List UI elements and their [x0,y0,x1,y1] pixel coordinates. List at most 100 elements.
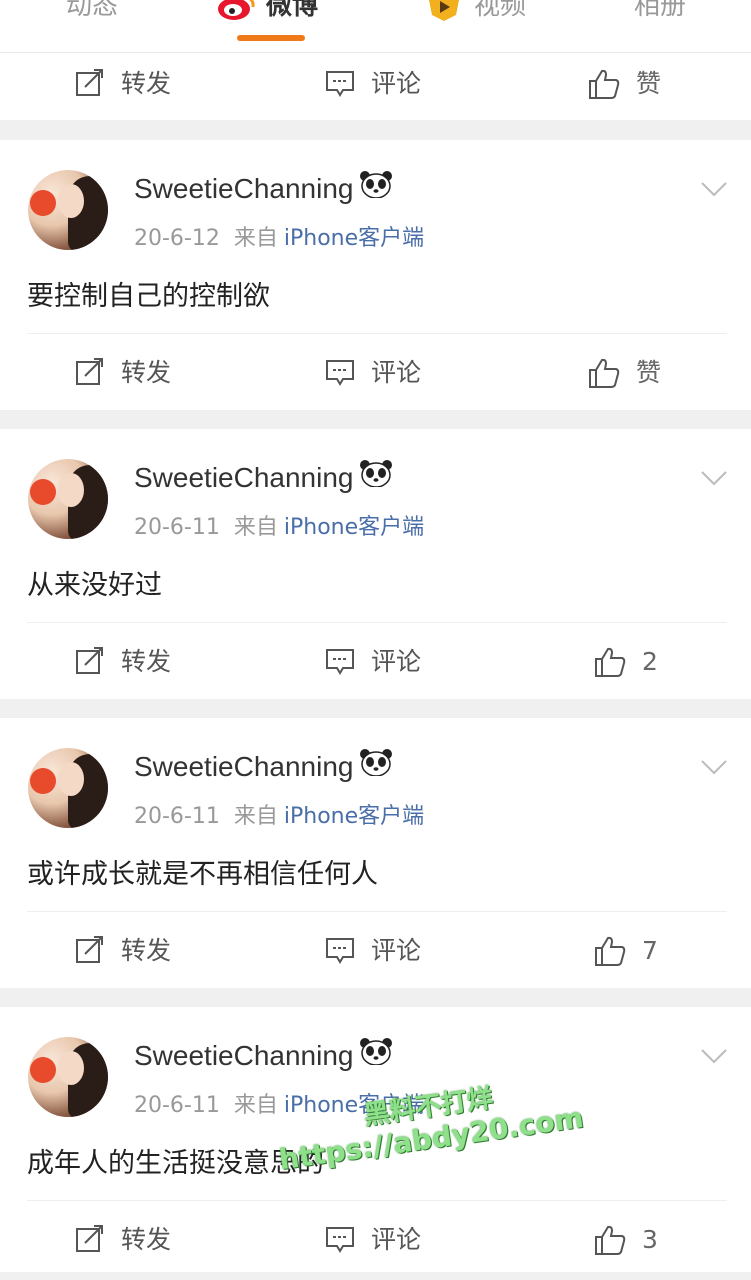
post-card: SweetieChanning 20-6-11 来自 iPhone客户端 成年人的生… [0,1007,751,1277]
action-bar: 转发 评论 赞 [0,53,751,115]
username[interactable]: SweetieChanning [134,170,392,208]
post-content: 从来没好过 [27,570,162,601]
thumbs-up-icon [589,358,620,388]
source-link[interactable]: iPhone客户端 [284,515,424,540]
action-bar: 转发 评论 赞 [0,342,751,404]
repost-label: 转发 [121,647,172,676]
tab-video-label: 视频 [474,0,527,21]
action-bar: 转发 评论 7 [0,920,751,982]
post-meta: 20-6-11 来自 iPhone客户端 [134,509,424,541]
weibo-logo-icon [216,0,256,21]
repost-icon [76,1225,103,1252]
avatar[interactable] [28,748,108,828]
post-separator [0,988,751,1008]
comment-icon [326,360,354,386]
avatar[interactable] [28,170,108,250]
repost-icon [76,647,103,674]
post-content: 要控制自己的控制欲 [27,281,270,312]
from-label: 来自 [233,226,278,251]
panda-icon [359,748,392,783]
active-tab-indicator [237,35,305,41]
repost-icon [76,358,103,385]
like-count: 赞 [636,358,662,387]
more-options-button[interactable] [700,758,728,780]
comment-label: 评论 [371,358,422,387]
thumbs-up-icon [595,1225,626,1255]
more-options-button[interactable] [700,469,728,491]
thumbs-up-icon [595,647,626,677]
tab-weibo-label: 微博 [266,0,319,21]
tab-dynamics-label: 动态 [66,0,119,21]
post-date: 20-6-11 [134,515,220,540]
post-content: 或许成长就是不再相信任何人 [27,859,378,890]
panda-icon [359,459,392,494]
comment-label: 评论 [371,647,422,676]
post-separator [0,699,751,719]
chevron-down-icon [701,760,727,775]
tab-weibo[interactable]: 微博 [216,0,318,26]
avatar[interactable] [28,459,108,539]
divider [27,911,727,912]
more-options-button[interactable] [700,1047,728,1069]
from-label: 来自 [233,1093,278,1118]
source-link[interactable]: iPhone客户端 [284,226,424,251]
repost-label: 转发 [121,936,172,965]
repost-label: 转发 [121,358,172,387]
comment-label: 评论 [371,69,422,98]
divider [27,1200,727,1201]
post-meta: 20-6-11 来自 iPhone客户端 [134,1087,424,1119]
panda-icon [359,170,392,205]
post-card: SweetieChanning 20-6-11 来自 iPhone客户端 从来没好过 [0,429,751,699]
divider [27,333,727,334]
post-meta: 20-6-11 来自 iPhone客户端 [134,798,424,830]
thumbs-up-icon [595,936,626,966]
post-meta: 20-6-12 来自 iPhone客户端 [134,220,424,252]
post-date: 20-6-11 [134,804,220,829]
like-count: 3 [642,1225,658,1254]
panda-icon [359,1037,392,1072]
post-separator [0,1272,751,1280]
repost-label: 转发 [121,1225,172,1254]
post-date: 20-6-12 [134,226,220,251]
chevron-down-icon [701,1049,727,1064]
tab-album-label: 相册 [634,0,687,21]
source-link[interactable]: iPhone客户端 [284,804,424,829]
source-link[interactable]: iPhone客户端 [284,1093,424,1118]
chevron-down-icon [701,471,727,486]
divider [27,622,727,623]
comment-label: 评论 [371,1225,422,1254]
tab-video[interactable]: 视频 [424,0,526,26]
tab-dynamics[interactable]: 动态 [66,0,118,26]
from-label: 来自 [233,804,278,829]
username[interactable]: SweetieChanning [134,1037,392,1075]
username[interactable]: SweetieChanning [134,748,392,786]
comment-icon [326,938,354,964]
avatar[interactable] [28,1037,108,1117]
action-bar: 转发 评论 2 [0,631,751,693]
repost-icon [76,936,103,963]
comment-icon [326,649,354,675]
comment-icon [326,1227,354,1253]
weibo-profile-feed: 动态 微博 视频 相册 转发 评论 赞 SweetieChanning 20-6… [0,0,751,1280]
tab-album[interactable]: 相册 [634,0,686,26]
from-label: 来自 [233,515,278,540]
username[interactable]: SweetieChanning [134,459,392,497]
repost-label: 转发 [121,69,172,98]
post-card: SweetieChanning 20-6-11 来自 iPhone客户端 或许成长就… [0,718,751,988]
like-count: 2 [642,647,658,676]
chevron-down-icon [701,182,727,197]
comment-icon [326,71,354,97]
thumbs-up-icon [589,69,620,99]
profile-tab-bar: 动态 微博 视频 相册 [0,0,751,53]
like-label: 赞 [636,69,662,98]
post-separator [0,120,751,140]
like-count: 7 [642,936,658,965]
action-bar: 转发 评论 3 [0,1209,751,1271]
video-icon [424,0,464,21]
comment-label: 评论 [371,936,422,965]
more-options-button[interactable] [700,180,728,202]
post-content: 成年人的生活挺没意思的 [27,1148,324,1179]
post-card: SweetieChanning 20-6-12 来自 iPhone客户端 要控制自己… [0,140,751,410]
post-date: 20-6-11 [134,1093,220,1118]
post-separator [0,410,751,430]
